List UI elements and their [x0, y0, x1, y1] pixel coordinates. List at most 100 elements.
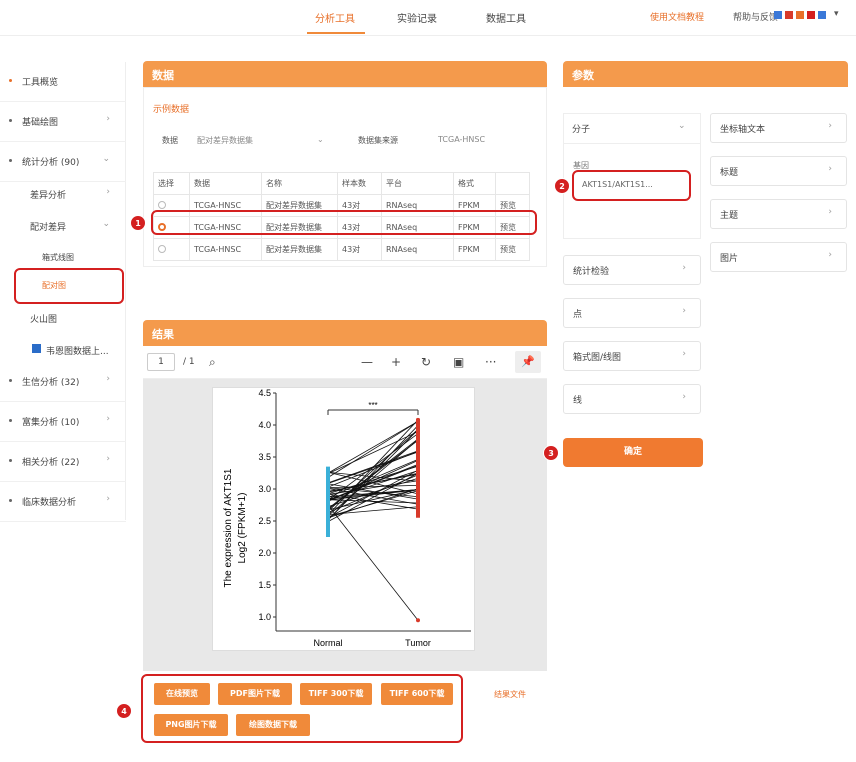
fit-icon[interactable]: ▣: [453, 355, 464, 369]
sidebar-item-correlation[interactable]: 相关分析 (22) ›: [0, 442, 126, 482]
page-total: / 1: [183, 357, 195, 367]
sidebar-item-bioinfo[interactable]: 生信分析 (32) ›: [0, 362, 126, 402]
pair-line: [327, 425, 419, 521]
chevron-down-icon[interactable]: ⌄: [317, 135, 324, 144]
table-header-row: 选择 数据 名称 样本数 平台 格式: [153, 172, 530, 195]
y-tick-label: 2.5: [258, 516, 271, 526]
bullet-icon: [9, 79, 12, 82]
param-title[interactable]: 标题 ›: [710, 156, 847, 186]
pdf-download-button[interactable]: PDF图片下载: [218, 683, 292, 705]
example-data-link[interactable]: 示例数据: [153, 102, 189, 115]
venn-icon: [32, 344, 41, 353]
bullet-icon: [9, 379, 12, 382]
page-input[interactable]: 1: [147, 353, 175, 371]
param-theme[interactable]: 主题 ›: [710, 199, 847, 229]
bullet-icon: [9, 159, 12, 162]
app-icon[interactable]: [796, 11, 804, 19]
more-icon[interactable]: ···: [485, 355, 496, 369]
online-preview-button[interactable]: 在线预览: [154, 683, 210, 705]
result-file-link[interactable]: 结果文件: [494, 689, 526, 700]
params-panel-header: 参数: [563, 61, 848, 87]
table-row[interactable]: TCGA-HNSC 配对差异数据集 43对 RNAseq FPKM 预览: [153, 238, 530, 261]
param-label: 标题: [720, 168, 739, 178]
nav-data-tools[interactable]: 数据工具: [486, 10, 526, 25]
sidebar-item-clinical[interactable]: 临床数据分析 ›: [0, 482, 126, 522]
nav-analysis-tools[interactable]: 分析工具: [315, 10, 355, 25]
dataset-select[interactable]: 配对差异数据集: [197, 135, 253, 146]
param-label: 统计检验: [573, 267, 610, 277]
table-cell[interactable]: [153, 238, 190, 261]
param-point[interactable]: 点 ›: [563, 298, 701, 328]
bullet-icon: [9, 499, 12, 502]
sidebar-sub-diff[interactable]: 差异分析 ›: [0, 178, 126, 210]
molecule-select[interactable]: 分子: [572, 122, 590, 135]
sidebar-item-label: 临床数据分析: [22, 498, 77, 508]
param-stat-test[interactable]: 统计检验 ›: [563, 255, 701, 285]
zoom-in-icon[interactable]: +: [391, 355, 401, 369]
chevron-down-icon[interactable]: ⌄: [678, 121, 686, 131]
chevron-right-icon: ›: [828, 250, 832, 260]
pin-icon[interactable]: 📌: [515, 351, 541, 373]
sidebar-item-enrich[interactable]: 富集分析 (10) ›: [0, 402, 126, 442]
data-panel-header: 数据: [143, 61, 547, 87]
step-badge-3: 3: [543, 445, 559, 461]
y-tick-label: 2.0: [258, 548, 271, 558]
y-tick-label: 4.0: [258, 420, 271, 430]
plot-page: *** The expression of AKT1S1 Log2 (FPKM+…: [212, 387, 475, 651]
table-cell: 配对差异数据集: [261, 238, 338, 261]
tiff600-download-button[interactable]: TIFF 600下载: [381, 683, 453, 705]
preview-link[interactable]: 预览: [495, 238, 530, 261]
plot-data-download-button[interactable]: 绘图数据下载: [236, 714, 310, 736]
docs-link[interactable]: 使用文档教程: [650, 10, 704, 23]
param-line[interactable]: 线 ›: [563, 384, 701, 414]
param-label: 箱式图/线图: [573, 353, 622, 363]
param-label: 图片: [720, 254, 739, 264]
bullet-icon: [9, 119, 12, 122]
app-icon[interactable]: [818, 11, 826, 19]
png-download-button[interactable]: PNG图片下载: [154, 714, 228, 736]
radio-button[interactable]: [158, 244, 166, 253]
param-box-line[interactable]: 箱式图/线图 ›: [563, 341, 701, 371]
y-tick-label: 1.5: [258, 580, 271, 590]
data-point: [416, 618, 420, 623]
tiff300-download-button[interactable]: TIFF 300下载: [300, 683, 372, 705]
chevron-down-icon[interactable]: ▾: [834, 9, 839, 19]
nav-experiments[interactable]: 实验记录: [397, 10, 437, 25]
table-cell: RNAseq: [381, 238, 454, 261]
sidebar-item-label: 统计分析 (90): [22, 158, 80, 168]
paired-plot: *** The expression of AKT1S1 Log2 (FPKM+…: [223, 388, 471, 648]
annotation-box-sidebar: [14, 268, 124, 304]
chevron-right-icon: ›: [682, 349, 686, 359]
radio-button[interactable]: [158, 200, 166, 209]
table-header-cell: 格式: [453, 172, 496, 195]
chevron-right-icon: ›: [106, 414, 110, 424]
sidebar-sub-volcano[interactable]: 火山图: [0, 302, 126, 334]
zoom-out-icon[interactable]: —: [361, 355, 373, 369]
param-label: 坐标轴文本: [720, 125, 766, 135]
sidebar-sub-label: 韦恩图数据上...: [46, 347, 109, 357]
app-icon[interactable]: [785, 11, 793, 19]
chevron-right-icon: ›: [106, 114, 110, 124]
sidebar-item-overview[interactable]: 工具概览: [0, 62, 126, 102]
param-image[interactable]: 图片 ›: [710, 242, 847, 272]
submit-button[interactable]: 确定: [563, 438, 703, 467]
sidebar-item-stats[interactable]: 统计分析 (90) ⌄: [0, 142, 126, 182]
table-cell: FPKM: [453, 238, 496, 261]
app-icon[interactable]: [774, 11, 782, 19]
sidebar-item-basic-plot[interactable]: 基础绘图 ›: [0, 102, 126, 142]
chevron-right-icon: ›: [828, 121, 832, 131]
source-value: TCGA-HNSC: [438, 135, 486, 144]
param-axis-text[interactable]: 坐标轴文本 ›: [710, 113, 847, 143]
params-panel-title: 参数: [572, 69, 594, 82]
sidebar-item-label: 生信分析 (32): [22, 378, 80, 388]
x-tick-tumor: Tumor: [405, 638, 431, 648]
chevron-down-icon: ⌄: [102, 154, 110, 164]
sig-label: ***: [368, 401, 377, 410]
app-icon[interactable]: [807, 11, 815, 19]
help-link[interactable]: 帮助与反馈: [733, 10, 778, 23]
nav-active-underline: [307, 32, 365, 34]
chevron-right-icon: ›: [682, 263, 686, 273]
sidebar-sub-paired[interactable]: 配对差异 ⌄: [0, 210, 126, 242]
rotate-icon[interactable]: ↻: [421, 355, 431, 369]
search-icon[interactable]: ⌕: [209, 355, 216, 370]
